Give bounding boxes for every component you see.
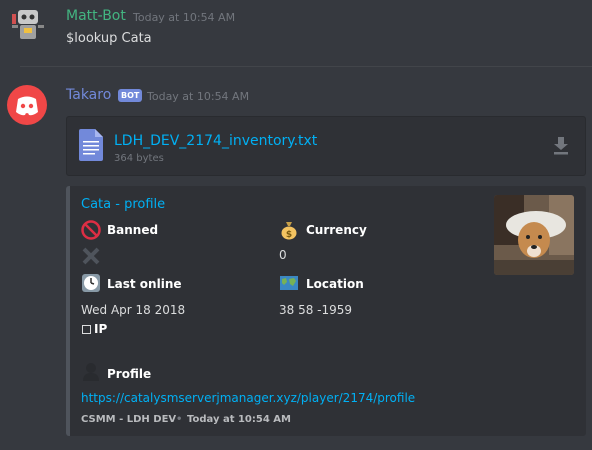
field-profile-name: Profile — [107, 367, 152, 381]
field-profile-link[interactable]: https://catalysmserverjmanager.xyz/playe… — [81, 391, 415, 405]
field-currency-name: Currency — [306, 223, 367, 237]
embed-title-link[interactable]: Cata - profile — [81, 197, 165, 212]
bot-tag: BOT — [118, 89, 143, 102]
money-bag-icon: $ — [281, 222, 297, 240]
field-currency-value: 0 — [279, 248, 287, 262]
cross-icon — [82, 247, 100, 265]
field-ip-name: IP — [94, 322, 108, 336]
robot-icon — [12, 10, 44, 39]
file-attachment: LDH_DEV_2174_inventory.txt 364 bytes — [66, 116, 586, 176]
file-icon — [79, 129, 103, 161]
no-entry-icon — [81, 220, 101, 240]
matt-bot-username[interactable]: Matt-Bot — [66, 8, 126, 24]
download-icon[interactable] — [553, 137, 569, 155]
field-last-online-value: Wed Apr 18 2018 — [81, 303, 186, 317]
embed-footer-text: CSMM - LDH DEV — [81, 414, 177, 425]
field-location-name: Location — [306, 277, 364, 291]
takaro-username[interactable]: Takaro — [66, 87, 111, 103]
message-matt-bot: Matt-Bot Today at 10:54 AM $lookup Cata — [0, 0, 592, 64]
message-timestamp: Today at 10:54 AM — [147, 90, 250, 103]
bust-silhouette-icon — [83, 363, 99, 381]
field-last-online-name: Last online — [107, 277, 182, 291]
attachment-size: 364 bytes — [114, 153, 164, 164]
discord-logo-icon — [16, 96, 38, 116]
dog-photo-icon — [494, 195, 574, 275]
missing-glyph-icon — [82, 325, 91, 334]
message-text: $lookup Cata — [66, 31, 152, 46]
field-banned-name: Banned — [107, 223, 159, 237]
world-map-icon — [280, 276, 298, 290]
message-divider — [20, 66, 592, 67]
matt-bot-avatar[interactable] — [8, 6, 48, 46]
profile-embed: Cata - profile Banned $ Currency 0 Last … — [66, 186, 586, 436]
embed-footer-timestamp: Today at 10:54 AM — [187, 414, 291, 425]
attachment-filename-link[interactable]: LDH_DEV_2174_inventory.txt — [114, 133, 317, 149]
message-timestamp: Today at 10:54 AM — [133, 11, 236, 24]
profile-thumbnail[interactable] — [494, 195, 574, 275]
clock-icon — [82, 274, 100, 292]
footer-separator: • — [176, 414, 183, 425]
svg-text:$: $ — [286, 230, 292, 240]
takaro-avatar[interactable] — [7, 85, 47, 125]
field-location-value: 38 58 -1959 — [279, 303, 353, 317]
